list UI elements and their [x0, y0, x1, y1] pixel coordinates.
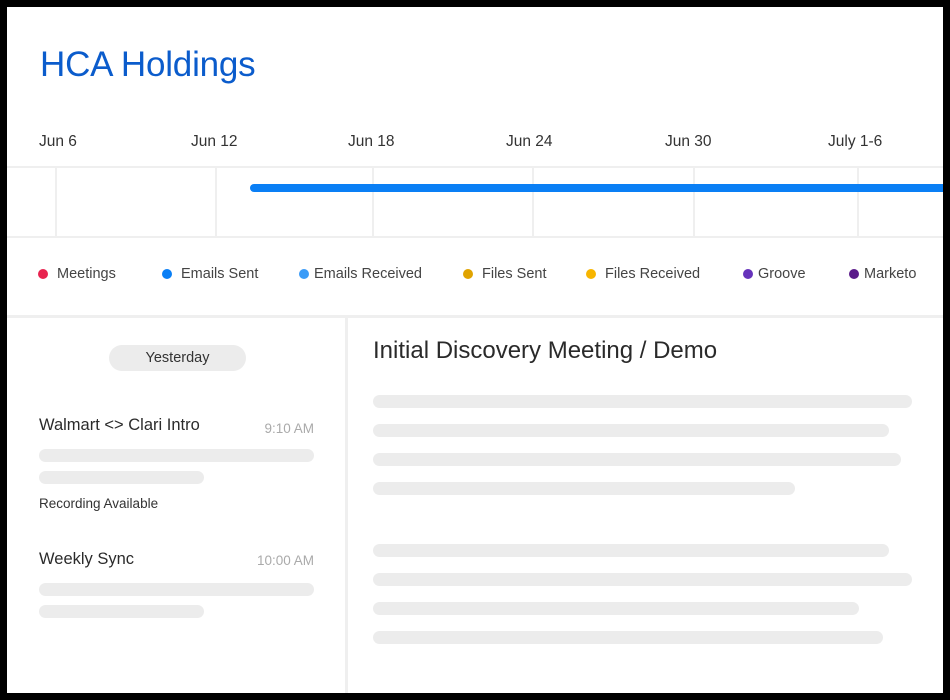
- legend-item-meetings[interactable]: Meetings: [38, 266, 116, 282]
- activity-time: 10:00 AM: [256, 553, 314, 568]
- legend-item-files-received[interactable]: Files Received: [586, 266, 700, 282]
- timeline-gridline: [693, 167, 695, 237]
- account-title: HCA Holdings: [40, 45, 256, 84]
- timeline-tick: Jun 24: [506, 133, 553, 150]
- panel-divider: [345, 318, 348, 693]
- timeline-legend: Meetings Emails Sent Emails Received Fil…: [7, 266, 943, 286]
- legend-label: Meetings: [57, 266, 116, 282]
- marketo-dot-icon: [849, 269, 859, 279]
- legend-label: Groove: [758, 266, 806, 282]
- timeline-gridline: [857, 167, 859, 237]
- legend-item-emails-sent[interactable]: Emails Sent: [162, 266, 258, 282]
- legend-label: Files Received: [605, 266, 701, 282]
- placeholder-line: [373, 573, 912, 586]
- recording-available-label[interactable]: Recording Available: [39, 496, 158, 511]
- placeholder-line: [39, 605, 204, 618]
- files-sent-dot-icon: [463, 269, 473, 279]
- placeholder-line: [373, 631, 883, 644]
- placeholder-line: [39, 583, 314, 596]
- legend-item-emails-received[interactable]: Emails Received: [299, 266, 422, 282]
- legend-label: Emails Received: [314, 266, 422, 282]
- placeholder-line: [39, 471, 204, 484]
- placeholder-line: [373, 482, 795, 495]
- timeline-tick: Jun 30: [665, 133, 712, 150]
- emails-received-dot-icon: [299, 269, 309, 279]
- timeline-bottom-border: [7, 236, 943, 238]
- emails-sent-dot-icon: [162, 269, 172, 279]
- placeholder-line: [373, 544, 889, 557]
- legend-label: Files Sent: [482, 266, 547, 282]
- section-divider: [7, 315, 943, 318]
- timeline-gridline: [532, 167, 534, 237]
- timeline-tick: Jun 6: [39, 133, 77, 150]
- legend-item-groove[interactable]: Groove: [743, 266, 806, 282]
- timeline-gridline: [372, 167, 374, 237]
- placeholder-line: [373, 453, 901, 466]
- placeholder-line: [39, 449, 314, 462]
- placeholder-line: [373, 602, 859, 615]
- meeting-detail-title: Initial Discovery Meeting / Demo: [373, 337, 718, 364]
- date-group-pill: Yesterday: [109, 345, 246, 371]
- timeline-tick: Jun 12: [191, 133, 238, 150]
- timeline-gridline: [215, 167, 217, 237]
- legend-item-files-sent[interactable]: Files Sent: [463, 266, 546, 282]
- placeholder-line: [373, 395, 912, 408]
- groove-dot-icon: [743, 269, 753, 279]
- activity-time: 9:10 AM: [264, 421, 314, 436]
- activity-title: Weekly Sync: [39, 550, 135, 568]
- legend-item-marketo[interactable]: Marketo: [849, 266, 916, 282]
- timeline-tick: Jun 18: [348, 133, 395, 150]
- placeholder-line: [373, 424, 889, 437]
- timeline-tick: July 1-6: [828, 133, 883, 150]
- meetings-dot-icon: [38, 269, 48, 279]
- account-activity-panel: HCA Holdings Jun 6 Jun 12 Jun 18 Jun 24 …: [7, 7, 943, 693]
- legend-label: Emails Sent: [181, 266, 259, 282]
- timeline-gridline: [55, 167, 57, 237]
- legend-label: Marketo: [864, 266, 917, 282]
- activity-title: Walmart <> Clari Intro: [39, 416, 200, 434]
- timeline-top-border: [7, 166, 943, 168]
- files-received-dot-icon: [586, 269, 596, 279]
- email-activity-bar[interactable]: [250, 184, 943, 192]
